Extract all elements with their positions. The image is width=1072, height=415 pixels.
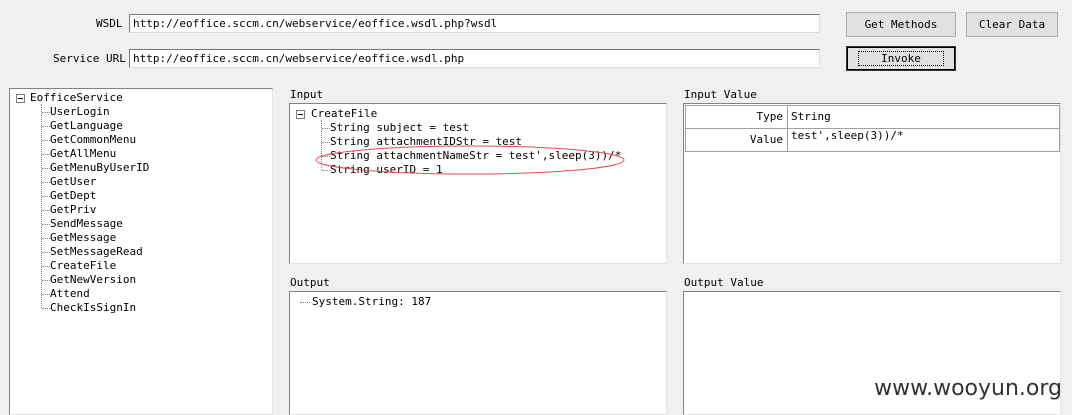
clear-data-button[interactable]: Clear Data xyxy=(966,12,1058,37)
method-item[interactable]: CreateFile xyxy=(50,259,116,273)
invoke-button-label: Invoke xyxy=(858,51,944,66)
collapse-icon[interactable] xyxy=(296,110,305,119)
wsdl-input[interactable]: http://eoffice.sccm.cn/webservice/eoffic… xyxy=(129,14,820,33)
invoke-button[interactable]: Invoke xyxy=(846,46,956,71)
value-label: Value xyxy=(685,128,788,152)
wsdl-label: WSDL xyxy=(96,17,123,30)
method-item[interactable]: GetDept xyxy=(50,189,96,203)
method-item[interactable]: GetPriv xyxy=(50,203,96,217)
method-item[interactable]: GetUser xyxy=(50,175,96,189)
service-url-label: Service URL xyxy=(53,52,126,65)
param-item[interactable]: String userID = 1 xyxy=(330,163,443,177)
method-item[interactable]: GetNewVersion xyxy=(50,273,136,287)
param-item[interactable]: String attachmentIDStr = test xyxy=(330,135,522,149)
collapse-icon[interactable] xyxy=(16,94,25,103)
method-item[interactable]: CheckIsSignIn xyxy=(50,301,136,315)
service-url-input[interactable]: http://eoffice.sccm.cn/webservice/eoffic… xyxy=(129,49,820,68)
method-item[interactable]: UserLogin xyxy=(50,105,110,119)
method-item[interactable]: GetLanguage xyxy=(50,119,123,133)
input-root[interactable]: CreateFile xyxy=(311,107,377,121)
value-input[interactable]: test',sleep(3))/* xyxy=(787,128,1060,152)
tree-root[interactable]: EofficeService xyxy=(30,91,123,105)
service-tree[interactable]: EofficeService UserLogin GetLanguage GetCo… xyxy=(9,88,273,415)
method-item[interactable]: GetMessage xyxy=(50,231,116,245)
method-item[interactable]: GetMenuByUserID xyxy=(50,161,149,175)
input-value-title: Input Value xyxy=(684,88,757,101)
method-item[interactable]: SetMessageRead xyxy=(50,245,143,259)
input-title: Input xyxy=(290,88,324,101)
input-tree[interactable]: CreateFile String subject = test String a… xyxy=(289,103,667,264)
type-label: Type xyxy=(685,105,788,129)
method-item[interactable]: GetCommonMenu xyxy=(50,133,136,147)
output-title: Output xyxy=(290,276,330,289)
get-methods-button[interactable]: Get Methods xyxy=(846,12,956,37)
output-value-title: Output Value xyxy=(684,276,764,289)
method-item[interactable]: SendMessage xyxy=(50,217,123,231)
input-value-grid[interactable]: Type String Value test',sleep(3))/* xyxy=(683,103,1061,264)
output-tree[interactable]: System.String: 187 xyxy=(289,291,667,415)
param-item[interactable]: String attachmentNameStr = test',sleep(3… xyxy=(330,149,621,163)
type-value[interactable]: String xyxy=(787,105,1060,129)
watermark: www.wooyun.org xyxy=(874,376,1062,401)
method-item[interactable]: Attend xyxy=(50,287,90,301)
param-item[interactable]: String subject = test xyxy=(330,121,469,135)
output-item[interactable]: System.String: 187 xyxy=(312,295,431,309)
method-item[interactable]: GetAllMenu xyxy=(50,147,116,161)
